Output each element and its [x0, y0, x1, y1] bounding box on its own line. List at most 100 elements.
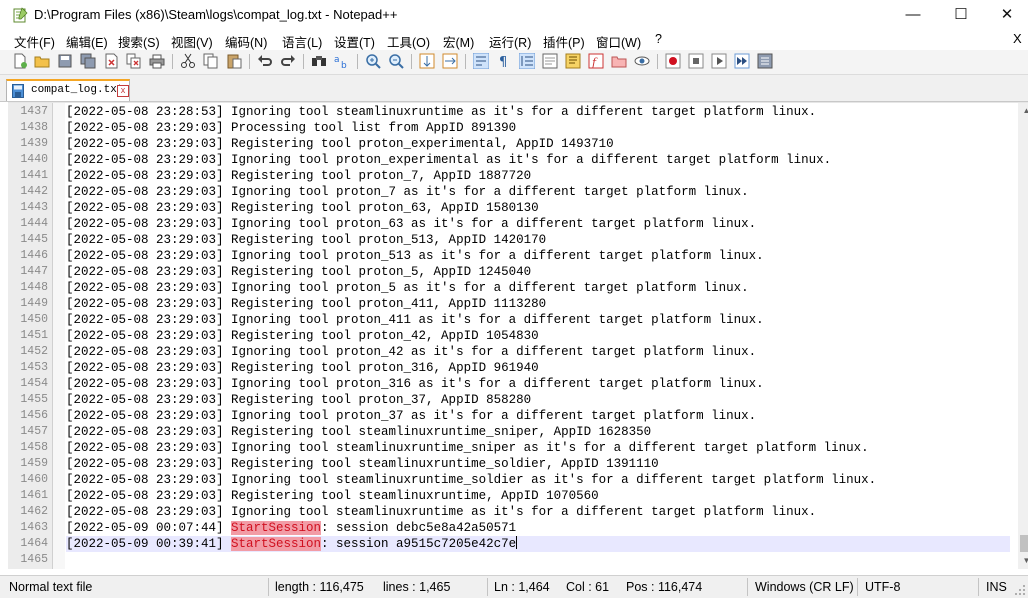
menu-tools[interactable]: 工具(O): [387, 32, 430, 51]
menu-plugins[interactable]: 插件(P): [543, 32, 585, 51]
scroll-down-icon[interactable]: ▼: [1018, 553, 1028, 569]
code-text: [2022-05-08 23:29:03] Registering tool p…: [66, 265, 532, 279]
print-icon[interactable]: [149, 53, 165, 69]
code-text: [2022-05-09 00:07:44]: [66, 521, 232, 535]
code-line[interactable]: [2022-05-08 23:29:03] Registering tool p…: [66, 328, 1010, 344]
minimize-button[interactable]: —: [890, 0, 936, 30]
code-line[interactable]: [2022-05-08 23:29:03] Registering tool p…: [66, 168, 1010, 184]
tab-compat-log[interactable]: compat_log.txt x: [6, 79, 130, 101]
menu-view[interactable]: 视图(V): [171, 32, 213, 51]
code-line[interactable]: [2022-05-08 23:29:03] Ignoring tool prot…: [66, 216, 1010, 232]
code-line[interactable]: [2022-05-08 23:29:03] Ignoring tool prot…: [66, 376, 1010, 392]
udl-icon[interactable]: [542, 53, 558, 69]
line-number: 1462: [20, 505, 48, 518]
tab-close-icon[interactable]: x: [117, 85, 129, 97]
code-line[interactable]: [2022-05-08 23:29:03] Ignoring tool stea…: [66, 504, 1010, 520]
macro-play-icon[interactable]: [711, 53, 727, 69]
sync-horizontal-icon[interactable]: [442, 53, 458, 69]
code-line[interactable]: [66, 552, 1010, 568]
monitoring-icon[interactable]: [634, 53, 650, 69]
code-line[interactable]: [2022-05-08 23:29:03] Ignoring tool prot…: [66, 184, 1010, 200]
doc-map-icon[interactable]: [565, 53, 581, 69]
code-line[interactable]: [2022-05-08 23:29:03] Registering tool s…: [66, 488, 1010, 504]
save-icon[interactable]: [57, 53, 73, 69]
word-wrap-icon[interactable]: [473, 53, 489, 69]
code-line[interactable]: [2022-05-08 23:29:03] Registering tool p…: [66, 264, 1010, 280]
svg-text:¶: ¶: [499, 55, 507, 69]
zoom-in-icon[interactable]: [365, 53, 381, 69]
menu-run[interactable]: 运行(R): [489, 32, 531, 51]
menu-macro[interactable]: 宏(M): [443, 32, 474, 51]
toolbar-separator: [249, 54, 250, 69]
code-line[interactable]: [2022-05-08 23:29:03] Registering tool p…: [66, 136, 1010, 152]
macro-record-icon[interactable]: [665, 53, 681, 69]
code-text: [2022-05-08 23:29:03] Registering tool s…: [66, 425, 652, 439]
search-match-highlight: StartSession: [231, 521, 322, 535]
current-code-line[interactable]: [2022-05-09 00:39:41] StartSession: sess…: [66, 536, 1010, 552]
menu-language[interactable]: 语言(L): [282, 32, 322, 51]
status-separator: [268, 578, 269, 596]
code-line[interactable]: [2022-05-08 23:29:03] Registering tool s…: [66, 424, 1010, 440]
text-area[interactable]: [2022-05-08 23:28:53] Ignoring tool stea…: [66, 103, 1010, 569]
menu-file[interactable]: 文件(F): [14, 32, 55, 51]
code-line[interactable]: [2022-05-08 23:29:03] Ignoring tool prot…: [66, 312, 1010, 328]
status-file-type: Normal text file: [9, 580, 93, 594]
vertical-scrollbar[interactable]: ▲ ▼: [1018, 103, 1028, 569]
scroll-up-icon[interactable]: ▲: [1018, 103, 1028, 119]
close-icon[interactable]: [103, 53, 119, 69]
code-line[interactable]: [2022-05-08 23:29:03] Ignoring tool prot…: [66, 248, 1010, 264]
menu-help[interactable]: ?: [655, 32, 662, 46]
menu-edit[interactable]: 编辑(E): [66, 32, 108, 51]
sync-vertical-icon[interactable]: [419, 53, 435, 69]
code-line[interactable]: [2022-05-08 23:29:03] Ignoring tool prot…: [66, 152, 1010, 168]
code-text: [2022-05-08 23:29:03] Registering tool p…: [66, 393, 532, 407]
code-line[interactable]: [2022-05-08 23:29:03] Registering tool p…: [66, 392, 1010, 408]
code-line[interactable]: [2022-05-08 23:29:03] Processing tool li…: [66, 120, 1010, 136]
menu-search[interactable]: 搜索(S): [118, 32, 160, 51]
code-line[interactable]: [2022-05-08 23:29:03] Registering tool p…: [66, 200, 1010, 216]
copy-icon[interactable]: [203, 53, 219, 69]
code-line[interactable]: [2022-05-09 00:07:44] StartSession: sess…: [66, 520, 1010, 536]
code-line[interactable]: [2022-05-08 23:29:03] Ignoring tool stea…: [66, 440, 1010, 456]
find-icon[interactable]: [311, 53, 327, 69]
scrollbar-thumb[interactable]: [1020, 535, 1028, 552]
code-line[interactable]: [2022-05-08 23:29:03] Registering tool p…: [66, 360, 1010, 376]
zoom-out-icon[interactable]: [388, 53, 404, 69]
function-list-icon[interactable]: f: [588, 53, 604, 69]
close-window-button[interactable]: ✕: [984, 0, 1028, 30]
code-line[interactable]: [2022-05-08 23:29:03] Registering tool p…: [66, 232, 1010, 248]
redo-icon[interactable]: [280, 53, 296, 69]
undo-icon[interactable]: [257, 53, 273, 69]
macro-save-icon[interactable]: [757, 53, 773, 69]
replace-icon[interactable]: ab: [334, 53, 350, 69]
show-all-chars-icon[interactable]: ¶: [496, 53, 512, 69]
macro-run-multiple-icon[interactable]: [734, 53, 750, 69]
menu-encoding[interactable]: 编码(N): [225, 32, 267, 51]
menu-settings[interactable]: 设置(T): [334, 32, 375, 51]
maximize-button[interactable]: ☐: [938, 0, 984, 30]
code-line[interactable]: [2022-05-08 23:29:03] Registering tool s…: [66, 456, 1010, 472]
code-line[interactable]: [2022-05-08 23:29:03] Ignoring tool prot…: [66, 280, 1010, 296]
folder-workspace-icon[interactable]: [611, 53, 627, 69]
code-line[interactable]: [2022-05-08 23:29:03] Ignoring tool prot…: [66, 344, 1010, 360]
paste-icon[interactable]: [226, 53, 242, 69]
code-line[interactable]: [2022-05-08 23:28:53] Ignoring tool stea…: [66, 104, 1010, 120]
close-all-icon[interactable]: [126, 53, 142, 69]
code-line[interactable]: [2022-05-08 23:29:03] Ignoring tool stea…: [66, 472, 1010, 488]
editor[interactable]: 1437 1438 1439 1440 1441 1442 1443 1444 1445 1446…: [8, 102, 1028, 569]
save-all-icon[interactable]: [80, 53, 96, 69]
open-file-icon[interactable]: [34, 53, 50, 69]
macro-stop-icon[interactable]: [688, 53, 704, 69]
code-line[interactable]: [2022-05-08 23:29:03] Registering tool p…: [66, 296, 1010, 312]
new-file-icon[interactable]: [12, 53, 28, 69]
line-number: 1442: [20, 185, 48, 198]
line-number: 1454: [20, 377, 48, 390]
cut-icon[interactable]: [180, 53, 196, 69]
menu-window[interactable]: 窗口(W): [596, 32, 641, 51]
code-text: [2022-05-08 23:29:03] Registering tool p…: [66, 169, 532, 183]
resize-grip-icon[interactable]: [1014, 584, 1026, 596]
close-document-button[interactable]: X: [1013, 31, 1022, 46]
code-line[interactable]: [2022-05-08 23:29:03] Ignoring tool prot…: [66, 408, 1010, 424]
indent-guide-icon[interactable]: [519, 53, 535, 69]
code-text: [2022-05-08 23:29:03] Registering tool s…: [66, 457, 659, 471]
